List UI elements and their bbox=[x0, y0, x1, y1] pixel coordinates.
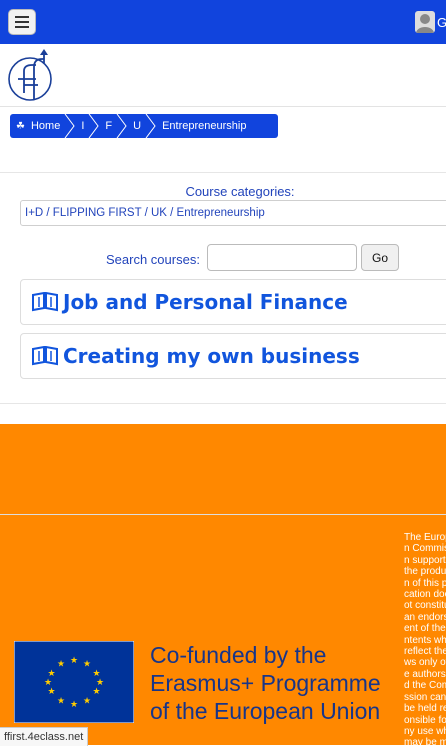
breadcrumb-item-u[interactable]: U bbox=[127, 114, 145, 138]
course-box-job-finance[interactable]: Job and Personal Finance bbox=[20, 279, 446, 325]
hamburger-icon bbox=[15, 16, 29, 28]
breadcrumb-separator-icon bbox=[88, 114, 99, 138]
header-divider bbox=[0, 106, 446, 107]
menu-toggle-button[interactable] bbox=[8, 9, 36, 35]
svg-text:★: ★ bbox=[47, 687, 55, 697]
svg-text:★: ★ bbox=[57, 697, 65, 707]
breadcrumb-item-label: I bbox=[81, 120, 85, 132]
cofunded-text: Co-funded by the Erasmus+ Programme of t… bbox=[150, 641, 446, 725]
course-box-own-business[interactable]: Creating my own business bbox=[20, 333, 446, 379]
breadcrumb-separator-icon bbox=[145, 114, 156, 138]
user-name-initial: G bbox=[437, 14, 446, 30]
svg-text:★: ★ bbox=[47, 669, 55, 679]
svg-text:★: ★ bbox=[92, 687, 100, 697]
breadcrumb-home-label: Home bbox=[30, 120, 61, 132]
breadcrumb-separator-icon bbox=[64, 114, 75, 138]
top-navbar: G bbox=[0, 0, 446, 44]
course-categories-label: Course categories: bbox=[185, 184, 295, 199]
course-title-link[interactable]: Creating my own business bbox=[63, 344, 360, 368]
cofunded-line: Co-funded by the bbox=[150, 642, 327, 668]
page-footer: ★ ★ ★ ★ ★ ★ ★ ★ ★ ★ ★ ★ Co-funded by the… bbox=[0, 515, 446, 745]
breadcrumb-separator-icon bbox=[116, 114, 127, 138]
svg-text:★: ★ bbox=[70, 656, 78, 666]
course-title-link[interactable]: Job and Personal Finance bbox=[63, 290, 348, 314]
search-courses-input[interactable] bbox=[207, 244, 357, 271]
breadcrumb-item-i[interactable]: I bbox=[75, 114, 88, 138]
book-icon bbox=[32, 346, 58, 366]
orange-banner bbox=[0, 424, 446, 514]
svg-text:★: ★ bbox=[83, 697, 91, 707]
search-courses-label: Search courses: bbox=[106, 252, 200, 267]
site-logo[interactable] bbox=[6, 47, 58, 103]
content-divider bbox=[0, 403, 446, 404]
svg-text:★: ★ bbox=[83, 660, 91, 670]
eu-disclaimer-text: The European Commission support for the … bbox=[404, 532, 446, 745]
breadcrumb: ☘ Home I F U Entrepreneurship bbox=[10, 114, 278, 138]
status-bar-url: ffirst.4eclass.net bbox=[0, 727, 89, 746]
cofunded-line: Erasmus+ Programme bbox=[150, 670, 381, 696]
cofunded-line: of the European Union bbox=[150, 698, 381, 724]
breadcrumb-home[interactable]: ☘ Home bbox=[10, 114, 64, 138]
breadcrumb-item-label: U bbox=[133, 120, 142, 132]
eu-flag-logo: ★ ★ ★ ★ ★ ★ ★ ★ ★ ★ ★ ★ bbox=[14, 641, 134, 723]
svg-text:★: ★ bbox=[70, 700, 78, 710]
user-menu[interactable]: G bbox=[415, 9, 446, 35]
breadcrumb-item-entrepreneurship[interactable]: Entrepreneurship bbox=[156, 114, 250, 138]
breadcrumb-item-f[interactable]: F bbox=[99, 114, 116, 138]
user-icon bbox=[415, 11, 435, 33]
course-category-select[interactable]: I+D / FLIPPING FIRST / UK / Entrepreneur… bbox=[20, 200, 446, 226]
home-icon: ☘ bbox=[16, 120, 25, 132]
breadcrumb-item-label: F bbox=[105, 120, 113, 132]
breadcrumb-item-label: Entrepreneurship bbox=[162, 120, 247, 132]
content-divider bbox=[0, 172, 446, 173]
svg-text:★: ★ bbox=[44, 678, 52, 688]
svg-text:★: ★ bbox=[57, 660, 65, 670]
book-icon bbox=[32, 292, 58, 312]
search-go-button[interactable]: Go bbox=[361, 244, 399, 271]
